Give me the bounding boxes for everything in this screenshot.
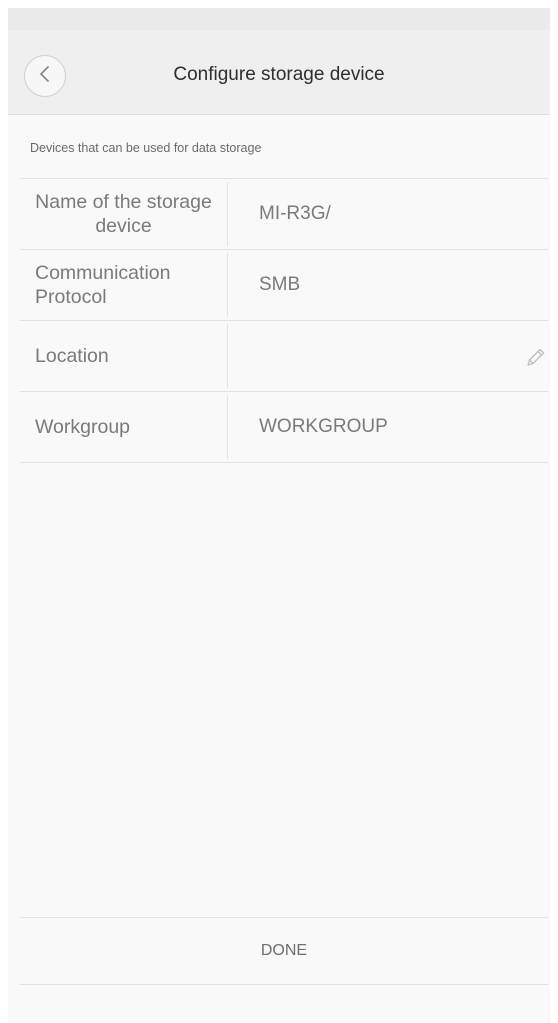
header-bar: Configure storage device [8, 30, 550, 115]
form-row-location: Location [20, 321, 548, 392]
form-label-device-name: Name of the storage device [20, 182, 228, 246]
bottom-action-bar: DONE [20, 917, 548, 985]
section-caption: Devices that can be used for data storag… [30, 141, 262, 155]
page-title: Configure storage device [173, 64, 385, 85]
form-row-device-name: Name of the storage device MI-R3G/ [20, 179, 548, 250]
status-bar [8, 8, 550, 30]
form-label-workgroup: Workgroup [20, 395, 228, 459]
form-label-protocol: Communication Protocol [20, 253, 228, 317]
device-name-field[interactable]: MI-R3G/ [228, 179, 548, 249]
storage-device-form: Name of the storage device MI-R3G/ Commu… [20, 178, 548, 463]
form-label-location: Location [20, 324, 228, 388]
done-button[interactable]: DONE [221, 932, 347, 970]
pencil-edit-icon[interactable] [524, 345, 548, 369]
form-row-protocol: Communication Protocol SMB [20, 250, 548, 321]
workgroup-field[interactable]: WORKGROUP [228, 392, 548, 462]
form-row-workgroup: Workgroup WORKGROUP [20, 392, 548, 463]
location-field[interactable] [228, 321, 548, 391]
protocol-field[interactable]: SMB [228, 250, 548, 320]
app-screen: Configure storage device Devices that ca… [8, 8, 550, 1023]
